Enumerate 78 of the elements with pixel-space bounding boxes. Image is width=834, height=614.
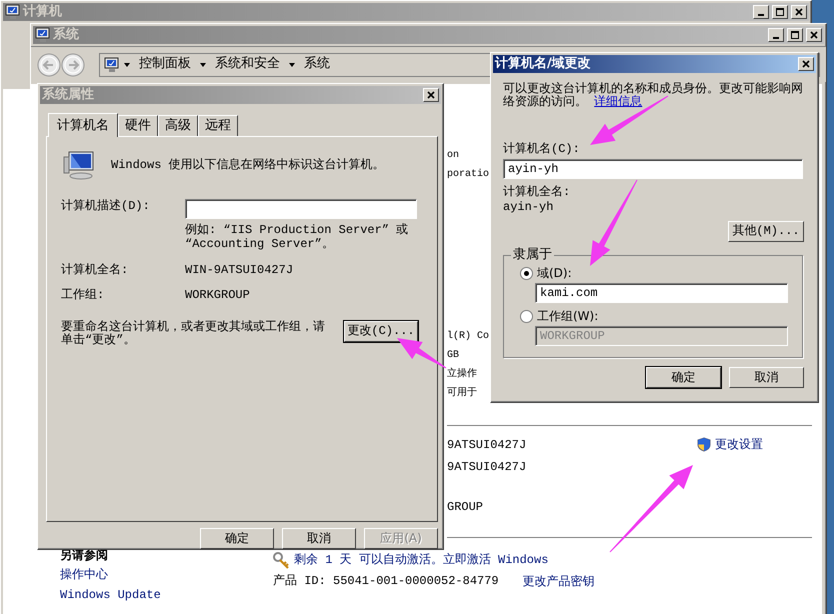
close-icon: [795, 8, 803, 16]
close-button[interactable]: [806, 28, 822, 42]
back-button[interactable]: [37, 52, 61, 76]
description-input[interactable]: [185, 199, 417, 219]
window-title: 计算机: [23, 4, 62, 20]
info-text: 立操作: [447, 366, 477, 382]
field-label: 计算机名(C):: [503, 142, 581, 157]
radio-button[interactable]: [520, 267, 533, 280]
details-link[interactable]: 详细信息: [594, 95, 642, 109]
tab[interactable]: 计算机名: [48, 112, 118, 137]
full-name-value: ayin-yh: [503, 200, 554, 215]
close-button[interactable]: [791, 5, 807, 19]
annotation-arrow: [397, 338, 446, 368]
example-text: 例如: “IIS Production Server” 或 “Accounting Server”。: [185, 223, 410, 251]
workgroup-value: WORKGROUP: [185, 288, 250, 303]
dialog-button[interactable]: 取消: [729, 367, 804, 388]
dialog-button[interactable]: 取消: [282, 528, 356, 549]
tab[interactable]: 高级: [158, 114, 198, 136]
maximize-button[interactable]: [787, 28, 803, 42]
breadcrumb-item[interactable]: 系统: [300, 56, 334, 73]
activation-link[interactable]: 剩余 1 天 可以自动激活。立即激活 Windows: [294, 550, 548, 571]
close-icon: [810, 31, 818, 39]
key-icon: [273, 552, 290, 570]
dropdown-arrow-icon[interactable]: [199, 60, 207, 68]
see-also-link[interactable]: Windows Update: [60, 585, 273, 605]
dialog-title: 计算机名/域更改: [495, 56, 591, 72]
maximize-button[interactable]: [772, 5, 788, 19]
minimize-button[interactable]: [768, 28, 784, 42]
info-text: on: [447, 149, 460, 163]
dropdown-arrow-icon[interactable]: [288, 60, 296, 68]
info-text: 可用于: [447, 386, 477, 401]
intro-text: Windows 使用以下信息在网络中标识这台计算机。: [111, 158, 385, 172]
window-title: 系统: [53, 26, 79, 44]
change-key-link[interactable]: 更改产品密钥: [522, 571, 595, 592]
radio-label: 工作组(W):: [537, 309, 598, 324]
tab[interactable]: 硬件: [118, 114, 158, 136]
minimize-button[interactable]: [753, 5, 769, 19]
maximize-icon: [791, 31, 799, 39]
radio-button[interactable]: [520, 310, 533, 323]
more-button[interactable]: 其他(M)...: [728, 221, 804, 242]
product-id-text: 产品 ID: 55041-001-0000052-84779: [273, 573, 499, 590]
member-input[interactable]: kami.com: [535, 283, 788, 303]
close-button[interactable]: [798, 57, 814, 71]
tab[interactable]: 远程: [198, 114, 238, 136]
maximize-icon: [776, 8, 784, 16]
dialog-button[interactable]: 确定: [200, 528, 274, 549]
dialog-button[interactable]: 确定: [646, 367, 721, 388]
close-icon: [802, 60, 810, 68]
see-also-link[interactable]: 操作中心: [60, 565, 273, 585]
dialog-title: 系统属性: [42, 86, 94, 104]
radio-label: 域(D):: [537, 266, 572, 281]
info-text: GROUP: [447, 499, 484, 516]
field-label: 计算机描述(D):: [61, 199, 151, 214]
info-text: l(R) Co: [447, 330, 490, 344]
field-label: 计算机全名:: [503, 185, 572, 200]
computer-name-input[interactable]: ayin-yh: [503, 159, 803, 179]
info-text: GB: [447, 349, 460, 363]
close-button[interactable]: [423, 88, 439, 102]
breadcrumb-item[interactable]: 系统和安全: [211, 56, 284, 73]
description-text: 可以更改这台计算机的名称和成员身份。更改可能影响网络资源的访问。 详细信息: [503, 83, 804, 109]
info-text: 9ATSUI0427J: [447, 459, 526, 476]
close-icon: [427, 91, 435, 99]
computer-icon: [104, 56, 119, 72]
forward-button[interactable]: [61, 52, 85, 76]
computer-icon: [5, 4, 20, 20]
computer-icon: [35, 27, 50, 43]
rename-text: 要重命名这台计算机，或者更改其域或工作组，请单击“更改”。: [61, 321, 326, 347]
change-button[interactable]: 更改(C)...: [344, 321, 418, 342]
change-settings-link[interactable]: 更改设置: [715, 437, 763, 452]
computer-icon: [63, 149, 95, 181]
info-text: poratio: [447, 168, 490, 182]
field-label: 工作组:: [61, 288, 106, 303]
shield-icon: [697, 437, 711, 452]
full-name-value: WIN-9ATSUI0427J: [185, 263, 294, 278]
info-text: 9ATSUI0427J: [447, 437, 526, 454]
field-label: 计算机全名:: [61, 263, 130, 278]
breadcrumb-item[interactable]: 控制面板: [135, 56, 195, 73]
dropdown-arrow-icon[interactable]: [123, 60, 131, 68]
